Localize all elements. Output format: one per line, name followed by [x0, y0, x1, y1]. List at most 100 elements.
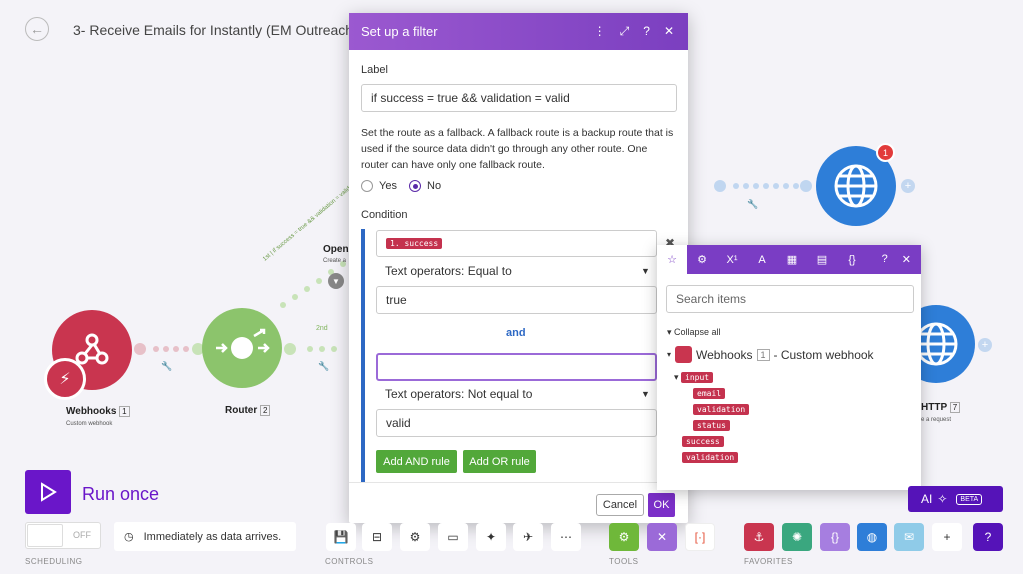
openai-icon[interactable]: ✺ [782, 523, 812, 551]
schedule-setting[interactable]: ◷ Immediately as data arrives. [114, 522, 296, 551]
cancel-button[interactable]: Cancel [596, 494, 644, 516]
calendar-icon[interactable]: ▦ [777, 245, 807, 274]
tree-item-validation[interactable]: validation [693, 404, 750, 415]
settings-icon[interactable]: ⚙ [400, 523, 430, 551]
more-icon[interactable]: ⋯ [551, 523, 581, 551]
favorites-label: FAVORITES [744, 557, 793, 566]
wrench-icon[interactable]: 🔧 [318, 361, 329, 372]
braces-icon[interactable]: {} [837, 245, 867, 274]
add-module-icon[interactable]: + [978, 338, 992, 352]
mapping-tabs: ☆ ⚙ X¹ A ▦ ▤ {} ? ✕ [657, 245, 921, 274]
and-label: and [506, 327, 526, 339]
condition-2-operator[interactable]: Text operators: Not equal to [385, 387, 532, 401]
run-once-button[interactable] [25, 470, 71, 514]
webhooks-sub: Custom webhook [66, 421, 113, 427]
condition-2-value[interactable]: valid [376, 409, 657, 437]
router-node[interactable] [202, 308, 282, 388]
dropdown-arrow-icon[interactable]: ▼ [641, 389, 650, 399]
tools-label: TOOLS [609, 557, 639, 566]
help-icon[interactable]: ? [882, 253, 888, 266]
math-icon[interactable]: X¹ [717, 245, 747, 274]
fallback-text: Set the route as a fallback. A fallback … [361, 127, 674, 171]
webhook-icon[interactable]: ⚓ [744, 523, 774, 551]
toggle-label: OFF [73, 530, 91, 540]
router-label: Router 2 [225, 405, 271, 416]
email-icon[interactable]: ✉ [894, 523, 924, 551]
add-module-icon[interactable]: + [901, 179, 915, 193]
close-icon[interactable]: ✕ [902, 253, 911, 266]
controls-label: CONTROLS [325, 557, 374, 566]
flow-control-icon[interactable]: ✕ [647, 523, 677, 551]
add-favorite-icon[interactable]: + [932, 523, 962, 551]
text-icon[interactable]: A [747, 245, 777, 274]
beta-badge: BETA [956, 493, 983, 505]
schedule-text: Immediately as data arrives. [143, 530, 282, 543]
fallback-yes-radio[interactable] [361, 180, 373, 192]
condition-1-operator[interactable]: Text operators: Equal to [385, 264, 512, 278]
wrench-icon[interactable]: 🔧 [747, 199, 758, 210]
tree-item-input[interactable]: ▾ input [674, 372, 714, 383]
webhook-icon [675, 346, 693, 363]
help-icon[interactable]: ? [643, 24, 650, 39]
text-parser-icon[interactable]: [·] [685, 523, 715, 551]
collapse-all[interactable]: ▾ Collapse all [667, 327, 721, 338]
condition-2-operand[interactable] [376, 353, 657, 381]
http-sub: e a request [921, 417, 952, 423]
label-heading: Label [361, 64, 388, 76]
mapping-panel: ☆ ⚙ X¹ A ▦ ▤ {} ? ✕ Search items ▾ Colla… [657, 245, 921, 490]
ai-button[interactable]: AI ✧ BETA [908, 486, 1003, 512]
notes-icon[interactable]: ▭ [438, 523, 468, 551]
scheduling-toggle[interactable]: OFF [25, 522, 101, 549]
airplane-icon[interactable]: ✈ [513, 523, 543, 551]
webhooks-label: Webhooks 1 [66, 406, 130, 417]
instant-trigger-icon: ⚡ [44, 358, 86, 400]
filter-icon[interactable]: ▼ [328, 273, 344, 289]
json-icon[interactable]: {} [820, 523, 850, 551]
condition-1-operand[interactable]: 1. success [376, 230, 657, 257]
scheduling-label: SCHEDULING [25, 557, 83, 566]
tree-item-email[interactable]: email [693, 388, 726, 399]
http-label: HTTP 7 [921, 402, 961, 413]
openai-sub: Create a [323, 258, 347, 264]
toggle-knob[interactable] [27, 524, 63, 547]
wrench-icon[interactable]: 🔧 [161, 361, 172, 372]
condition-1-value[interactable]: true [376, 286, 657, 314]
globe-icon[interactable]: ◍ [857, 523, 887, 551]
table-icon[interactable]: ▤ [807, 245, 837, 274]
run-once-label[interactable]: Run once [82, 484, 159, 505]
save-icon[interactable]: 💾 [326, 523, 356, 551]
no-label: No [427, 180, 442, 192]
notification-badge: 1 [876, 143, 895, 162]
expand-icon[interactable]: ⤢ [620, 24, 630, 39]
condition-bar [361, 229, 365, 483]
ai-label: AI [921, 492, 933, 506]
tools-gear-icon[interactable]: ⚙ [609, 523, 639, 551]
magic-wand-icon[interactable]: ✦ [476, 523, 506, 551]
tree-item-success[interactable]: success [682, 436, 724, 447]
tree-item-status[interactable]: status [693, 420, 730, 431]
module-row[interactable]: ▾ Webhooks 1 - Custom webhook [667, 346, 874, 363]
dropdown-arrow-icon[interactable]: ▼ [641, 266, 650, 276]
filter-modal: Set up a filter ⋮ ⤢ ? ✕ Label if success… [349, 13, 688, 523]
label-input[interactable]: if success = true && validation = valid [361, 84, 677, 112]
play-icon [41, 482, 57, 502]
layout-icon[interactable]: ⊟ [362, 523, 392, 551]
search-input[interactable]: Search items [666, 285, 914, 313]
fallback-no-radio[interactable] [409, 180, 421, 192]
star-icon[interactable]: ☆ [657, 245, 687, 274]
close-icon[interactable]: ✕ [664, 24, 674, 39]
modal-header: Set up a filter ⋮ ⤢ ? ✕ [349, 13, 688, 50]
tree-item-validation-root[interactable]: validation [682, 452, 739, 463]
add-or-rule-button[interactable]: Add OR rule [463, 450, 536, 473]
globe-icon [834, 164, 878, 208]
condition-heading: Condition [361, 209, 408, 221]
connector-dot [134, 343, 146, 355]
clock-icon: ◷ [124, 531, 134, 543]
assistant-icon[interactable]: ? [973, 523, 1003, 551]
mapped-pill[interactable]: 1. success [386, 238, 443, 249]
route-2-label: 2nd [316, 325, 328, 332]
add-and-rule-button[interactable]: Add AND rule [376, 450, 457, 473]
ok-button[interactable]: OK [648, 493, 675, 517]
gear-icon[interactable]: ⚙ [687, 245, 717, 274]
more-icon[interactable]: ⋮ [594, 24, 606, 39]
